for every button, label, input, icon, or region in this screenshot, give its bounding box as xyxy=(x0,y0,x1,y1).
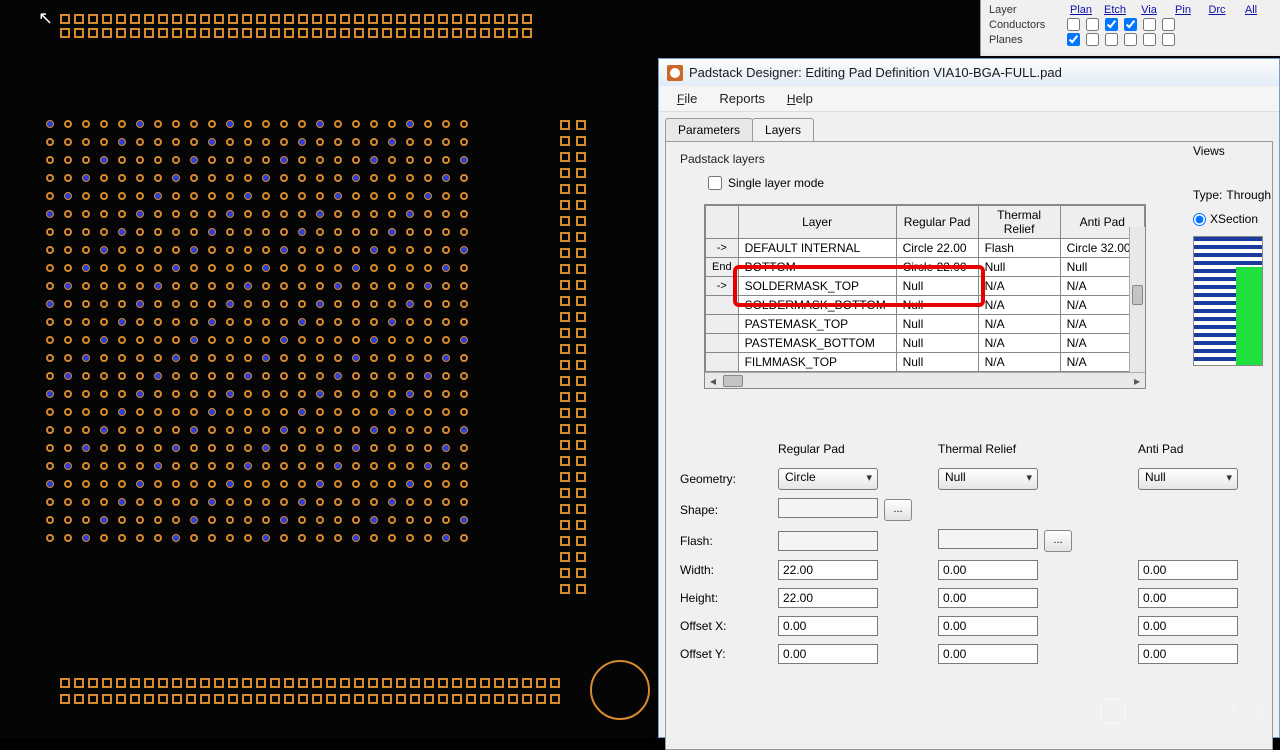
width-thm-input[interactable] xyxy=(938,560,1038,580)
label-width: Width: xyxy=(680,563,758,577)
tab-page-layers: Padstack layers Single layer mode Layer … xyxy=(665,141,1273,750)
ox-reg-input[interactable] xyxy=(778,616,878,636)
section-padstack-layers: Padstack layers xyxy=(680,152,1258,166)
table-scrollbar-vertical[interactable] xyxy=(1129,227,1145,372)
height-anti-input[interactable] xyxy=(1138,588,1238,608)
vis-check[interactable] xyxy=(1124,33,1137,46)
width-anti-input[interactable] xyxy=(1138,560,1238,580)
menubar: File Reports Help xyxy=(659,86,1279,112)
views-title: Views xyxy=(1193,144,1273,158)
form-col-thermal: Thermal Relief xyxy=(938,442,1118,460)
label-shape: Shape: xyxy=(680,503,758,517)
watermark-icon xyxy=(1100,698,1126,724)
geometry-thm-select[interactable]: Null xyxy=(938,468,1038,490)
tab-parameters[interactable]: Parameters xyxy=(665,118,753,141)
vis-check[interactable] xyxy=(1162,18,1175,31)
col-regular-pad[interactable]: Regular Pad xyxy=(896,206,978,239)
visibility-row-planes: Planes xyxy=(989,33,1272,46)
visibility-panel: Layer PlanEtchViaPinDrcAll Conductors Pl… xyxy=(980,0,1280,56)
table-scrollbar-horizontal[interactable]: ◂▸ xyxy=(705,372,1145,388)
vis-check[interactable] xyxy=(1086,33,1099,46)
geometry-reg-select[interactable]: Circle xyxy=(778,468,878,490)
dialog-titlebar[interactable]: Padstack Designer: Editing Pad Definitio… xyxy=(659,58,1279,86)
table-row[interactable]: FILMMASK_TOPNullN/AN/A xyxy=(706,353,1145,372)
label-flash: Flash: xyxy=(680,534,758,548)
app-icon xyxy=(667,65,683,81)
form-col-anti: Anti Pad xyxy=(1138,442,1280,460)
table-row[interactable]: PASTEMASK_BOTTOMNullN/AN/A xyxy=(706,334,1145,353)
table-row[interactable]: ->SOLDERMASK_TOPNullN/AN/A xyxy=(706,277,1145,296)
layers-table: Layer Regular Pad Thermal Relief Anti Pa… xyxy=(704,204,1146,389)
col-thermal-relief[interactable]: Thermal Relief xyxy=(978,206,1060,239)
single-layer-label: Single layer mode xyxy=(728,176,824,190)
flash-thm-input[interactable] xyxy=(938,529,1038,549)
xsection-preview xyxy=(1193,236,1263,366)
views-panel: Views Type: Through XSection xyxy=(1183,142,1273,366)
views-type-label: Type: xyxy=(1193,188,1222,202)
table-row[interactable]: ->DEFAULT INTERNALCircle 22.00FlashCircl… xyxy=(706,239,1145,258)
tab-layers[interactable]: Layers xyxy=(752,118,814,141)
visibility-row-conductors: Conductors xyxy=(989,18,1272,31)
geometry-anti-select[interactable]: Null xyxy=(1138,468,1238,490)
watermark: @EDADOC一博科技 xyxy=(1100,698,1268,724)
form-col-regular: Regular Pad xyxy=(778,442,918,460)
table-row[interactable]: SOLDERMASK_BOTTOMNullN/AN/A xyxy=(706,296,1145,315)
vis-check[interactable] xyxy=(1105,18,1118,31)
height-thm-input[interactable] xyxy=(938,588,1038,608)
label-offset-x: Offset X: xyxy=(680,619,758,633)
shape-browse-button[interactable]: ... xyxy=(884,499,912,521)
tabstrip: Parameters Layers xyxy=(659,112,1279,141)
vis-check[interactable] xyxy=(1067,18,1080,31)
flash-reg-input[interactable] xyxy=(778,531,878,551)
vis-check[interactable] xyxy=(1086,18,1099,31)
dialog-title: Padstack Designer: Editing Pad Definitio… xyxy=(689,65,1062,80)
oy-reg-input[interactable] xyxy=(778,644,878,664)
visibility-header: Layer PlanEtchViaPinDrcAll xyxy=(989,4,1272,16)
padstack-designer-dialog: Padstack Designer: Editing Pad Definitio… xyxy=(658,58,1280,738)
menu-help[interactable]: Help xyxy=(777,88,823,109)
label-geometry: Geometry: xyxy=(680,472,758,486)
ox-anti-input[interactable] xyxy=(1138,616,1238,636)
label-height: Height: xyxy=(680,591,758,605)
mouse-cursor: ↖ xyxy=(38,8,53,29)
menu-file[interactable]: File xyxy=(667,88,707,109)
oy-thm-input[interactable] xyxy=(938,644,1038,664)
table-header-row: Layer Regular Pad Thermal Relief Anti Pa… xyxy=(706,206,1145,239)
table-row[interactable]: EndBOTTOMCircle 22.00NullNull xyxy=(706,258,1145,277)
vis-check[interactable] xyxy=(1124,18,1137,31)
height-reg-input[interactable] xyxy=(778,588,878,608)
xsection-label: XSection xyxy=(1210,212,1258,226)
oy-anti-input[interactable] xyxy=(1138,644,1238,664)
col-layer[interactable]: Layer xyxy=(738,206,896,239)
pad-form: Regular Pad Thermal Relief Anti Pad Geom… xyxy=(680,442,1276,664)
width-reg-input[interactable] xyxy=(778,560,878,580)
vis-check[interactable] xyxy=(1105,33,1118,46)
flash-browse-button[interactable]: ... xyxy=(1044,530,1072,552)
vis-check[interactable] xyxy=(1143,33,1156,46)
label-offset-y: Offset Y: xyxy=(680,647,758,661)
menu-reports[interactable]: Reports xyxy=(709,88,775,109)
xsection-radio[interactable] xyxy=(1193,213,1206,226)
visibility-label: Conductors xyxy=(989,19,1061,31)
table-row[interactable]: PASTEMASK_TOPNullN/AN/A xyxy=(706,315,1145,334)
single-layer-checkbox[interactable] xyxy=(708,176,722,190)
views-type-value: Through xyxy=(1226,188,1271,202)
shape-reg-input[interactable] xyxy=(778,498,878,518)
visibility-label: Planes xyxy=(989,34,1061,46)
ox-thm-input[interactable] xyxy=(938,616,1038,636)
vis-check[interactable] xyxy=(1162,33,1175,46)
pcb-outline-circle xyxy=(590,660,650,720)
vis-check[interactable] xyxy=(1067,33,1080,46)
vis-check[interactable] xyxy=(1143,18,1156,31)
